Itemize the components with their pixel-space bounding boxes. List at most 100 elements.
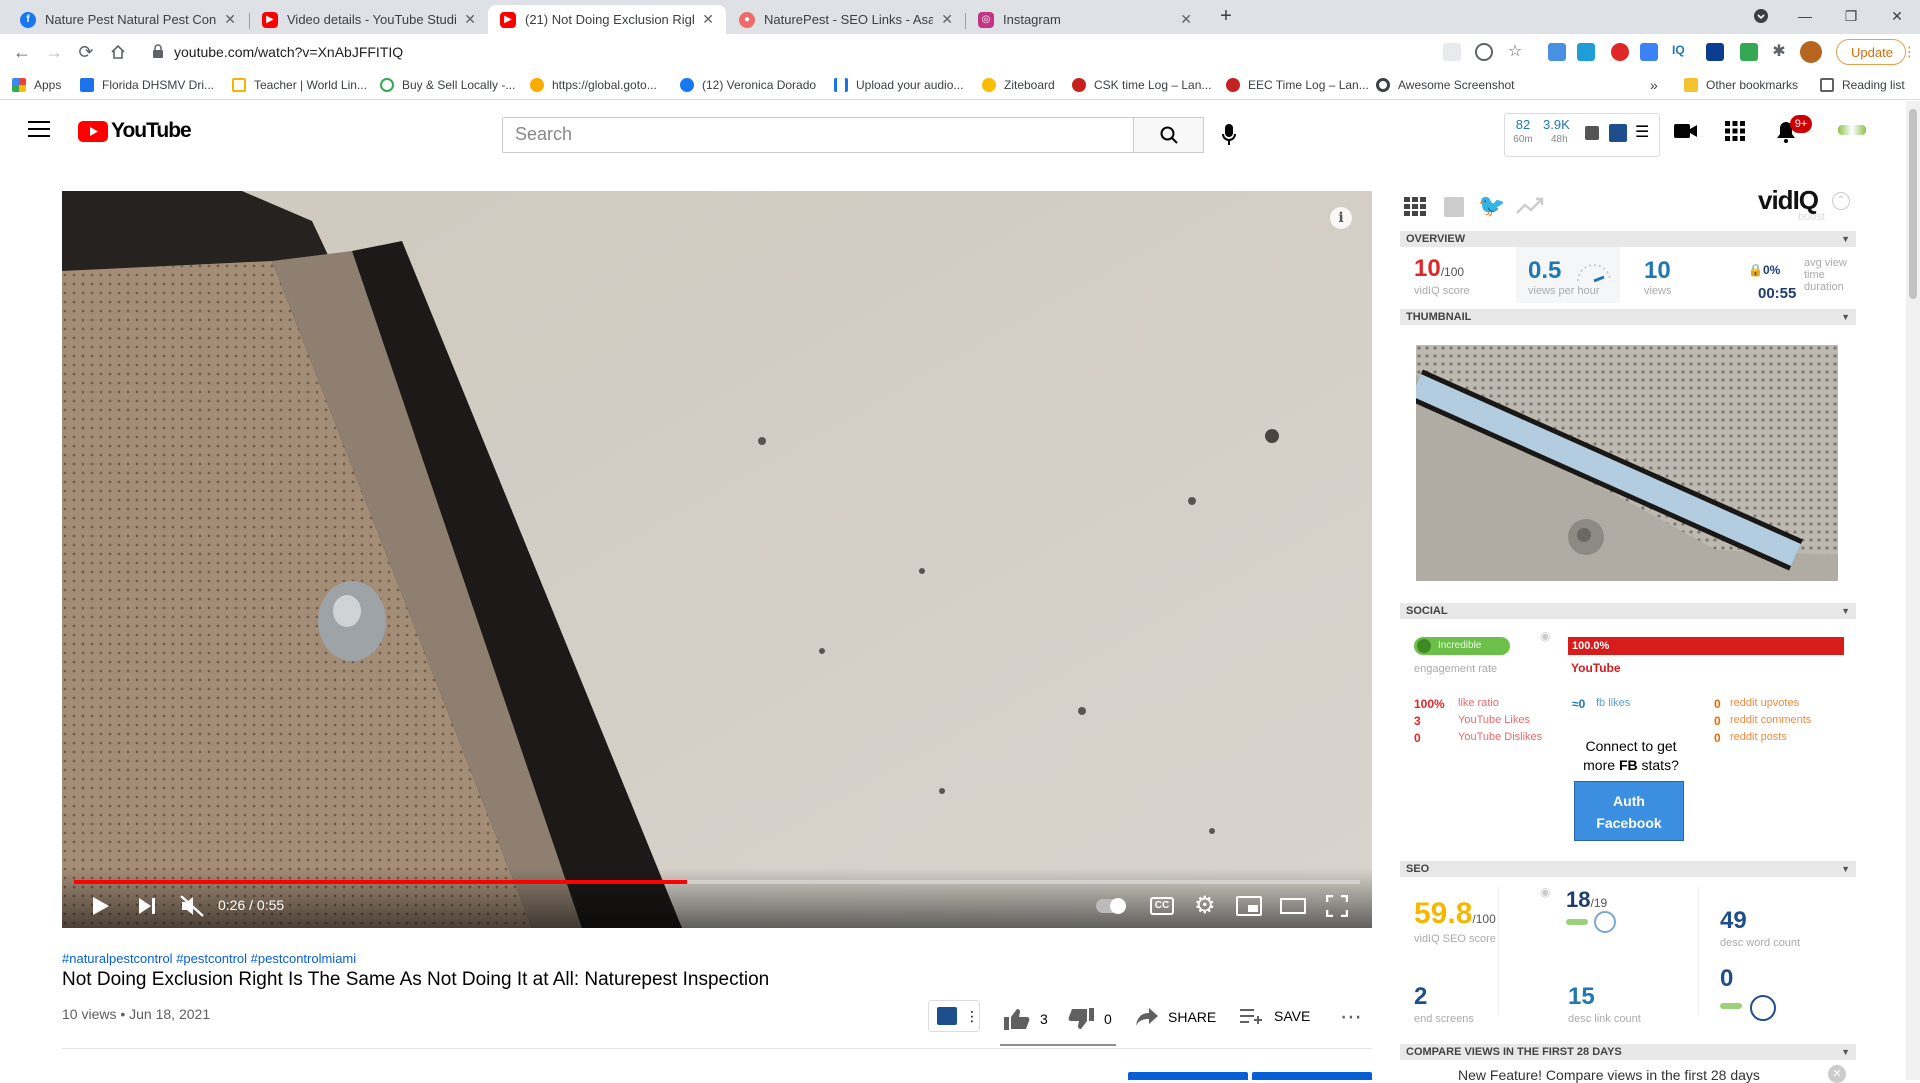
extension-record-icon[interactable] xyxy=(1611,43,1629,61)
settings-gear-icon[interactable]: ⚙ xyxy=(1194,894,1216,918)
video-player[interactable]: i 0:26 / 0:55 CC ⚙ xyxy=(62,191,1372,928)
close-window-icon[interactable]: ✕ xyxy=(1874,0,1920,32)
browser-tab-active[interactable]: ▶ (21) Not Doing Exclusion Right Is ✕ xyxy=(488,5,726,34)
more-actions-icon[interactable]: ⋯ xyxy=(1340,1004,1362,1030)
seo-section-header[interactable]: SEO ▼ xyxy=(1400,861,1856,877)
bookmark-star-icon[interactable]: ☆ xyxy=(1506,43,1524,61)
create-video-icon[interactable] xyxy=(1674,123,1698,144)
fullscreen-icon[interactable] xyxy=(1325,894,1349,922)
back-icon[interactable]: ← xyxy=(8,38,36,66)
bookmark-item[interactable]: https://global.goto... xyxy=(530,76,657,94)
thumbnail-section-header[interactable]: THUMBNAIL ▼ xyxy=(1400,309,1856,325)
vidiq-score: 10/100 xyxy=(1414,255,1465,282)
autoplay-toggle[interactable] xyxy=(1096,898,1126,914)
browser-tab[interactable]: f Nature Pest Natural Pest Control ✕ xyxy=(8,5,248,34)
extension-zoom-icon[interactable] xyxy=(1548,43,1566,61)
bookmarks-overflow-button[interactable]: » xyxy=(1650,76,1658,94)
vidiq-header-stats[interactable]: 82 60m 3.9K 48h ☰ xyxy=(1504,113,1660,157)
vidiq-channel-icon xyxy=(937,1007,957,1025)
minimize-icon[interactable]: — xyxy=(1782,0,1828,32)
other-bookmarks[interactable]: Other bookmarks xyxy=(1684,76,1798,94)
eye-icon[interactable]: ◉ xyxy=(1540,629,1550,643)
miniplayer-icon[interactable] xyxy=(1236,896,1262,916)
info-icon[interactable]: i xyxy=(1330,207,1352,229)
bookmark-apps[interactable]: Apps xyxy=(12,76,61,94)
like-button[interactable]: 3 xyxy=(1004,1008,1048,1030)
scrollbar-thumb[interactable] xyxy=(1909,109,1917,299)
trending-icon[interactable] xyxy=(1516,197,1544,220)
apps-grid-icon[interactable] xyxy=(1725,121,1745,146)
browser-tab[interactable]: ◎ Instagram ✕ xyxy=(966,5,1204,34)
share-button[interactable]: SHARE xyxy=(1136,1008,1216,1026)
reading-list[interactable]: Reading list xyxy=(1820,76,1905,94)
browser-tab[interactable]: ▶ Video details - YouTube Studio ✕ xyxy=(250,5,488,34)
close-tab-icon[interactable]: ✕ xyxy=(464,11,476,28)
microphone-icon[interactable] xyxy=(1222,124,1236,151)
eye-icon[interactable]: ◉ xyxy=(1540,885,1550,899)
reload-icon[interactable]: ⟳ xyxy=(72,38,100,66)
bookmark-item[interactable]: Ziteboard xyxy=(982,76,1055,94)
subscribe-button[interactable] xyxy=(1128,1072,1248,1080)
hamburger-menu-icon[interactable] xyxy=(28,121,50,142)
compare-section-header[interactable]: COMPARE VIEWS IN THE FIRST 28 DAYS ▼ xyxy=(1400,1044,1856,1060)
next-icon[interactable] xyxy=(138,897,156,920)
play-icon[interactable] xyxy=(92,896,110,921)
browser-tab[interactable]: ● NaturePest - SEO Links - Asana ✕ xyxy=(727,5,965,34)
extensions-puzzle-icon[interactable]: ✱ xyxy=(1770,43,1788,61)
auth-facebook-button[interactable]: Auth Facebook xyxy=(1574,781,1684,841)
vidiq-video-button[interactable]: ⋮ xyxy=(928,1000,980,1032)
collapse-icon[interactable]: ⌃ xyxy=(1832,192,1850,210)
forward-icon[interactable]: → xyxy=(40,38,68,66)
extension-n-icon[interactable] xyxy=(1577,43,1595,61)
bookmark-item[interactable]: (12) Veronica Dorado xyxy=(680,76,816,94)
close-tab-icon[interactable]: ✕ xyxy=(1180,11,1192,28)
tab-search-icon[interactable] xyxy=(1738,0,1784,32)
home-icon[interactable] xyxy=(104,38,132,66)
social-section-header[interactable]: SOCIAL ▼ xyxy=(1400,603,1856,619)
close-tab-icon[interactable]: ✕ xyxy=(224,11,236,28)
twitter-icon[interactable]: 🐦 xyxy=(1478,193,1505,219)
progress-bar[interactable] xyxy=(74,880,1360,884)
channel-avatar[interactable] xyxy=(1838,125,1866,135)
theater-mode-icon[interactable] xyxy=(1280,898,1306,914)
profile-avatar[interactable] xyxy=(1800,41,1822,63)
bookmark-item[interactable]: Buy & Sell Locally -... xyxy=(380,76,515,94)
close-icon[interactable]: ✕ xyxy=(1828,1065,1846,1083)
bookmark-item[interactable]: Teacher | World Lin... xyxy=(232,76,367,94)
search-button[interactable] xyxy=(1134,117,1204,153)
vidiq-extension-icon[interactable]: IQ xyxy=(1672,43,1690,61)
search-input[interactable]: Search xyxy=(502,117,1134,153)
youtube-logo[interactable]: YouTube xyxy=(78,119,192,143)
vidiq-grid-icon[interactable] xyxy=(1404,197,1426,217)
tag-refresh-icon[interactable] xyxy=(1594,911,1616,933)
page-scrollbar[interactable] xyxy=(1906,101,1920,1080)
hashtag-link[interactable]: #pestcontrolmiami xyxy=(251,951,357,966)
extension-new-icon[interactable] xyxy=(1640,43,1658,61)
update-button[interactable]: Update ⋮ xyxy=(1836,39,1916,65)
overview-section-header[interactable]: OVERVIEW ▼ xyxy=(1400,231,1856,247)
bookmark-item[interactable]: Upload your audio... xyxy=(834,76,963,94)
bookmark-item[interactable]: EEC Time Log – Lan... xyxy=(1226,76,1369,94)
close-tab-icon[interactable]: ✕ xyxy=(941,11,953,28)
bookmark-item[interactable]: Florida DHSMV Dri... xyxy=(80,76,214,94)
dislike-button[interactable]: 0 xyxy=(1068,1008,1112,1030)
analytics-button[interactable] xyxy=(1252,1072,1372,1080)
address-bar[interactable]: youtube.com/watch?v=XnAbJFFITIQ xyxy=(140,37,1430,67)
bookmark-item[interactable]: Awesome Screenshot xyxy=(1376,76,1515,94)
extension-screen-icon[interactable] xyxy=(1706,43,1724,61)
cards-icon[interactable] xyxy=(1750,995,1776,1021)
hashtag-link[interactable]: #naturalpestcontrol xyxy=(62,951,173,966)
bookmark-item[interactable]: CSK time Log – Lan... xyxy=(1072,76,1211,94)
save-button[interactable]: SAVE xyxy=(1240,1008,1310,1024)
zoom-icon[interactable] xyxy=(1475,43,1493,61)
vidiq-stats-icon[interactable] xyxy=(1444,197,1464,217)
captions-icon[interactable]: CC xyxy=(1150,897,1174,915)
muted-volume-icon[interactable] xyxy=(180,895,204,922)
maximize-icon[interactable]: ❐ xyxy=(1828,0,1874,32)
hashtag-link[interactable]: #pestcontrol xyxy=(176,951,247,966)
install-app-icon[interactable] xyxy=(1443,43,1461,61)
extension-code-icon[interactable] xyxy=(1740,43,1758,61)
close-tab-icon[interactable]: ✕ xyxy=(702,11,714,28)
thumbs-up-icon xyxy=(1004,1009,1030,1030)
new-tab-button[interactable]: + xyxy=(1208,0,1244,32)
